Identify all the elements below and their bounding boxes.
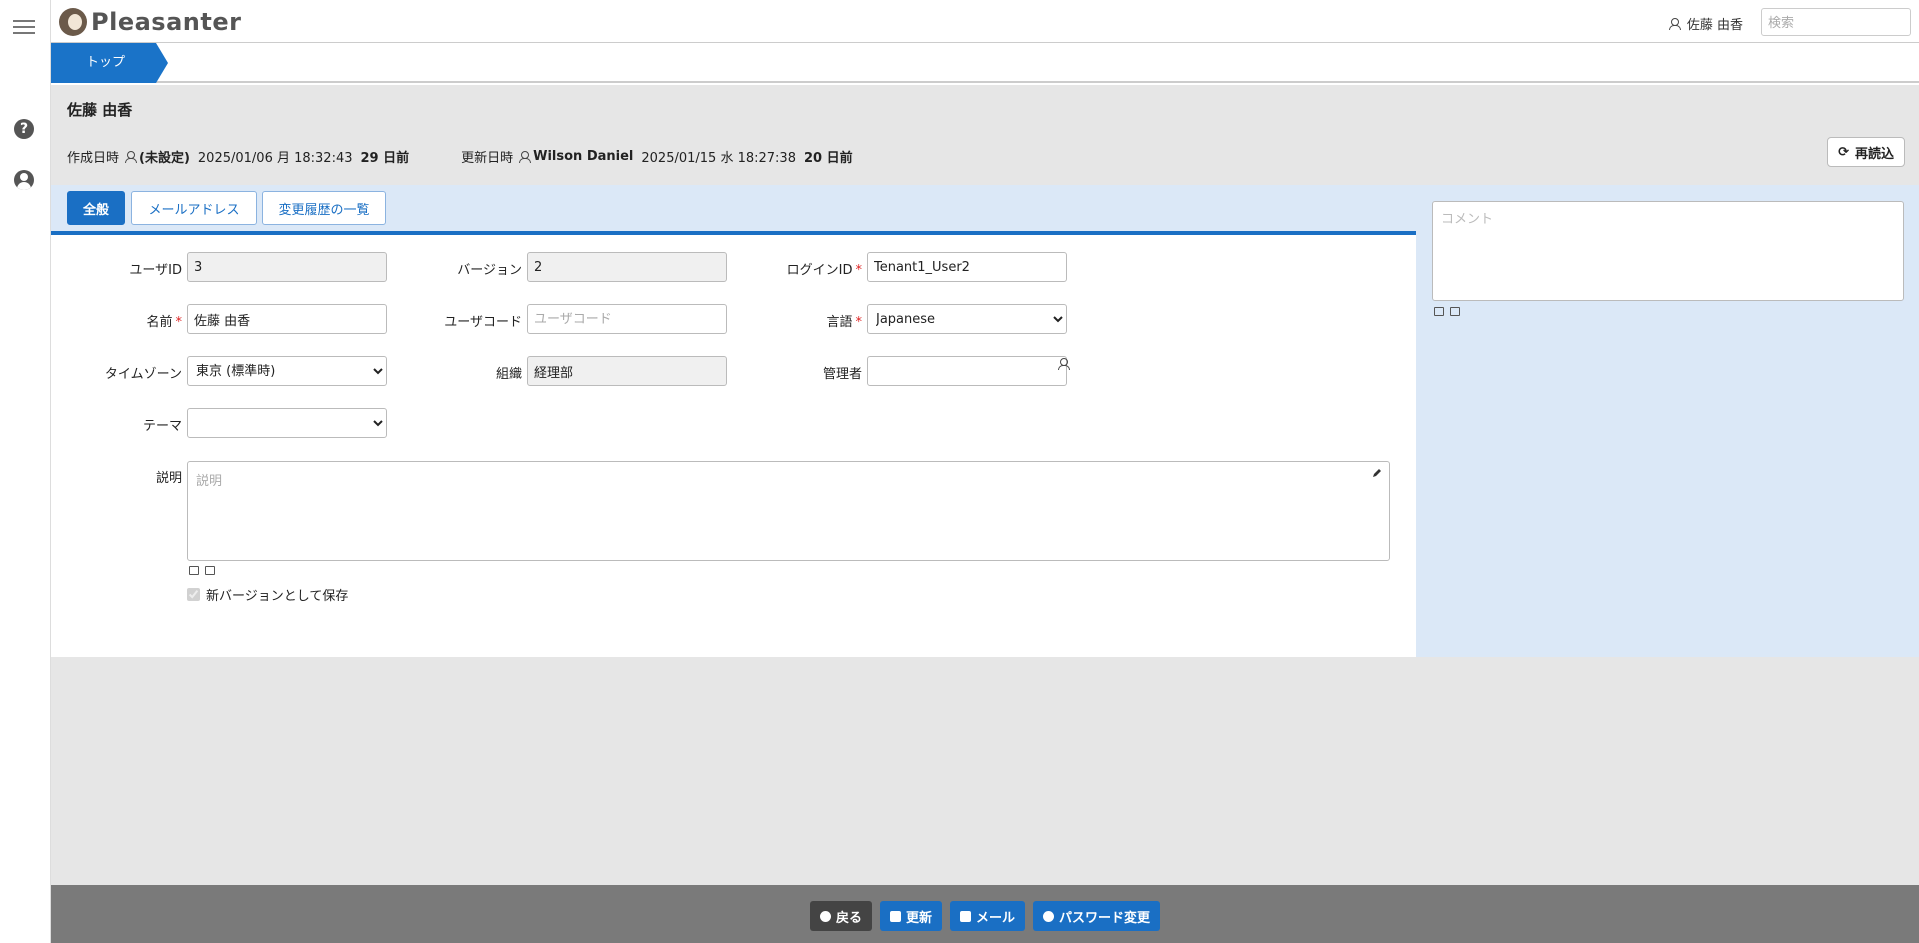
name-field[interactable] <box>187 304 387 334</box>
image-icon[interactable] <box>189 566 199 575</box>
save-new-version-label: 新バージョンとして保存 <box>206 589 349 604</box>
editor: 全般 メールアドレス 変更履歴の一覧 ユーザID バージョン ログインID* 名… <box>51 185 1919 657</box>
theme-select[interactable] <box>187 408 387 438</box>
theme-label: テーマ <box>142 419 182 434</box>
edit-icon[interactable] <box>1371 467 1383 479</box>
menu-icon[interactable] <box>13 20 35 36</box>
reload-icon: ⟳ <box>1838 144 1849 160</box>
created-label: 作成日時 <box>67 151 120 166</box>
back-icon <box>819 910 831 922</box>
tab-bar: 全般 メールアドレス 変更履歴の一覧 <box>51 185 1416 235</box>
updated-at: 2025/01/15 水 18:27:38 <box>641 151 796 166</box>
timezone-label: タイムゾーン <box>104 367 182 382</box>
organization-field[interactable] <box>527 356 727 386</box>
created-at: 2025/01/06 月 18:32:43 <box>197 151 353 166</box>
organization-label: 組織 <box>495 367 522 382</box>
description-label: 説明 <box>155 471 182 486</box>
language-select[interactable]: Japanese <box>867 304 1067 334</box>
footer-bar: 戻る 更新 メール パスワード変更 <box>51 885 1919 943</box>
user-id-label: ユーザID <box>129 263 182 278</box>
updated-label: 更新日時 <box>461 151 514 166</box>
name-label: 名前 * <box>146 315 182 330</box>
tab-general[interactable]: 全般 <box>67 191 125 225</box>
created-ago: 29 日前 <box>360 151 410 166</box>
version-field[interactable] <box>527 252 727 282</box>
logo-text: Pleasanter <box>91 8 242 36</box>
language-label: 言語 * <box>826 315 862 330</box>
login-id-label: ログインID * <box>786 263 862 278</box>
back-button[interactable]: 戻る <box>809 901 872 931</box>
main-content: 佐藤 由香 作成日時 (未設定) 2025/01/06 月 18:32:43 2… <box>51 85 1919 943</box>
attachment-icon[interactable] <box>1450 307 1460 316</box>
save-icon <box>889 910 901 922</box>
user-id-field[interactable] <box>187 252 387 282</box>
comment-tools <box>1434 307 1460 316</box>
comment-panel <box>1416 185 1919 657</box>
timezone-select[interactable]: 東京 (標準時) <box>187 356 387 386</box>
breadcrumb: トップ <box>51 43 1919 83</box>
login-id-field[interactable] <box>867 252 1067 282</box>
created-by: (未設定) <box>139 151 190 166</box>
updater-icon <box>519 151 532 163</box>
version-label: バージョン <box>457 263 522 278</box>
tab-change-history[interactable]: 変更履歴の一覧 <box>262 191 386 225</box>
comment-field[interactable] <box>1432 201 1904 301</box>
save-new-version-input[interactable] <box>187 588 200 601</box>
description-field[interactable] <box>187 461 1390 561</box>
updated-ago: 20 日前 <box>803 151 853 166</box>
current-user-name: 佐藤 由香 <box>1686 18 1743 33</box>
page-title: 佐藤 由香 <box>67 101 133 119</box>
manager-picker-icon[interactable] <box>1058 358 1070 370</box>
tab-mail-address[interactable]: メールアドレス <box>131 191 257 225</box>
image-icon[interactable] <box>1434 307 1444 316</box>
save-new-version-checkbox[interactable]: 新バージョンとして保存 <box>187 585 348 604</box>
reload-label: 再読込 <box>1854 146 1894 162</box>
logo-mark-icon <box>59 8 87 36</box>
user-code-label: ユーザコード <box>444 315 522 330</box>
reload-button[interactable]: ⟳ 再読込 <box>1827 137 1905 167</box>
change-password-button[interactable]: パスワード変更 <box>1033 901 1161 931</box>
mail-button[interactable]: メール <box>950 901 1026 931</box>
updated-by[interactable]: Wilson Daniel <box>533 149 633 164</box>
help-icon[interactable]: ? <box>14 119 34 139</box>
search-input[interactable] <box>1761 8 1911 36</box>
current-user[interactable]: 佐藤 由香 <box>1668 14 1743 33</box>
attachment-icon[interactable] <box>205 566 215 575</box>
user-icon <box>1668 18 1681 30</box>
user-icon <box>1043 910 1055 922</box>
update-button[interactable]: 更新 <box>879 901 942 931</box>
top-bar: Pleasanter 佐藤 由香 <box>51 0 1919 43</box>
record-meta: 作成日時 (未設定) 2025/01/06 月 18:32:43 29 日前 更… <box>67 147 853 166</box>
breadcrumb-top[interactable]: トップ <box>51 43 168 83</box>
mail-icon <box>960 910 971 922</box>
left-rail: ? <box>0 0 51 943</box>
manager-field[interactable] <box>867 356 1067 386</box>
app-logo[interactable]: Pleasanter <box>59 6 241 38</box>
account-icon[interactable] <box>14 170 34 190</box>
description-tools <box>189 566 215 575</box>
user-code-field[interactable] <box>527 304 727 334</box>
general-form: ユーザID バージョン ログインID* 名前* ユーザコード 言語* Japan… <box>51 235 1416 657</box>
manager-label: 管理者 <box>822 367 862 382</box>
creator-icon <box>125 151 138 163</box>
